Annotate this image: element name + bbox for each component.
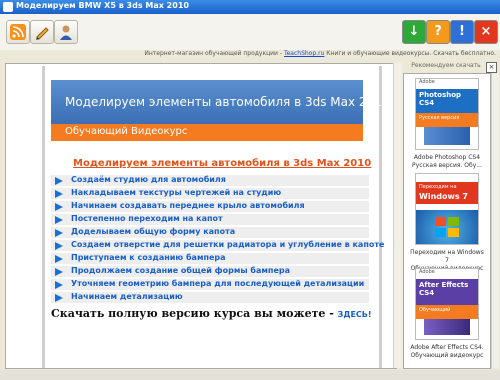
lesson-title: Создаем отверстие для решетки радиатора …: [71, 240, 385, 249]
play-icon: [55, 255, 63, 263]
download-button[interactable]: ↓: [402, 20, 426, 44]
cover-art: [424, 127, 470, 145]
close-icon: ×: [480, 24, 492, 39]
recommendation-card[interactable]: Переходим на Windows 7 Переходим на Wind…: [408, 173, 486, 273]
cover-top-bar: [416, 174, 478, 182]
caption-line: Обучающий видеокурс: [410, 352, 484, 359]
lesson-title: Постепенно переходим на капот: [71, 214, 223, 223]
rss-icon: [10, 24, 26, 40]
download-icon: ↓: [408, 24, 420, 39]
cta-text: Скачать полную версию курса вы можете -: [51, 307, 338, 320]
caption-line: Русская версия. Обу...: [412, 162, 482, 169]
lesson-title: Накладываем текстуры чертежей на студию: [71, 188, 282, 197]
app-icon: [3, 2, 13, 12]
lesson-item[interactable]: Начинаем создавать переднее крыло автомо…: [51, 201, 369, 212]
cover-sub: Русская версия: [416, 113, 478, 127]
close-button[interactable]: ×: [474, 20, 498, 44]
play-icon: [55, 268, 63, 276]
info-line: Интернет-магазин обучающей продукции - T…: [0, 50, 496, 62]
cta-link[interactable]: ЗДЕСЬ!: [338, 310, 372, 319]
banner-subtitle: Обучающий Видеокурс: [65, 126, 188, 137]
lesson-title: Приступаем к созданию бампера: [71, 253, 226, 262]
course-banner: Моделируем элементы автомобиля в 3ds Max…: [51, 80, 389, 124]
cover-art: [424, 319, 470, 335]
lesson-item[interactable]: Накладываем текстуры чертежей на студию: [51, 188, 369, 199]
cover-top: Adobe: [416, 79, 478, 89]
title-bar: Моделируем BMW X5 в 3ds Max 2010: [0, 0, 500, 14]
cover-top: Переходим на: [416, 182, 478, 192]
window-title: Моделируем BMW X5 в 3ds Max 2010: [16, 1, 189, 10]
banner-title: Моделируем элементы автомобиля в 3ds Max…: [65, 95, 390, 109]
cover-title: After Effects CS4: [416, 279, 478, 305]
content-scrollbar[interactable]: [393, 63, 402, 368]
lesson-title: Создаём студию для автомобиля: [71, 175, 226, 184]
lesson-item[interactable]: Постепенно переходим на капот: [51, 214, 369, 225]
windows-logo-icon: [435, 217, 459, 237]
sidebar-scrollbar[interactable]: [491, 73, 499, 368]
info-button[interactable]: !: [450, 20, 474, 44]
lesson-title: Доделываем общую форму капота: [71, 227, 236, 236]
cover-title: Photoshop CS4: [416, 89, 478, 113]
photoshop-cover: Adobe Photoshop CS4 Русская версия: [415, 78, 479, 150]
play-icon: [55, 203, 63, 211]
play-icon: [55, 177, 63, 185]
lesson-item[interactable]: Доделываем общую форму капота: [51, 227, 369, 238]
after-effects-cover: Adobe After Effects CS4 Обучающий: [415, 268, 479, 340]
sidebar-close-button[interactable]: ×: [486, 62, 497, 73]
lesson-title: Уточняем геометрию бампера для последующ…: [71, 279, 365, 288]
help-button[interactable]: ?: [426, 20, 450, 44]
play-icon: [55, 281, 63, 289]
play-icon: [55, 190, 63, 198]
caption-line: Adobe Photoshop CS4: [413, 154, 481, 161]
windows7-cover: Переходим на Windows 7: [415, 173, 479, 245]
caption-line: Adobe After Effects CS4.: [410, 344, 484, 351]
pencil-icon: [36, 27, 49, 40]
recommendation-card[interactable]: Adobe Photoshop CS4 Русская версия Adobe…: [408, 78, 486, 170]
windows-logo-art: [416, 210, 478, 244]
info-icon: !: [459, 24, 465, 39]
recommendations-panel: Adobe Photoshop CS4 Русская версия Adobe…: [403, 73, 491, 369]
cover-title: Windows 7: [416, 192, 478, 204]
lesson-item[interactable]: Создаём студию для автомобиля: [51, 175, 369, 186]
play-icon: [55, 216, 63, 224]
recommendation-caption: Adobe Photoshop CS4 Русская версия. Обу..…: [408, 154, 486, 170]
lesson-title: Продолжаем создание общей формы бампера: [71, 266, 290, 275]
cover-top: Adobe: [416, 269, 478, 279]
shop-link[interactable]: TeachShop.ru: [284, 50, 324, 57]
play-icon: [55, 294, 63, 302]
user-button[interactable]: [54, 20, 78, 44]
info-suffix: Книги и обучающие видеокурсы. Скачать бе…: [324, 50, 496, 57]
play-icon: [55, 229, 63, 237]
edit-button[interactable]: [30, 20, 54, 44]
lesson-item[interactable]: Начинаем детализацию: [51, 292, 369, 303]
cover-sub: Обучающий: [416, 305, 478, 319]
recommendation-caption: Adobe After Effects CS4. Обучающий видеок…: [408, 344, 486, 360]
lesson-item[interactable]: Продолжаем создание общей формы бампера: [51, 266, 369, 277]
course-heading[interactable]: Моделируем элементы автомобиля в 3ds Max…: [73, 158, 371, 169]
lesson-title: Начинаем создавать переднее крыло автомо…: [71, 201, 305, 210]
download-cta: Скачать полную версию курса вы можете - …: [51, 307, 372, 320]
help-icon: ?: [434, 24, 442, 39]
user-icon: [60, 25, 72, 40]
rss-button[interactable]: [6, 20, 30, 44]
toolbar: ↓ ? ! ×: [0, 14, 500, 50]
info-prefix: Интернет-магазин обучающей продукции -: [144, 50, 284, 57]
lesson-item[interactable]: Приступаем к созданию бампера: [51, 253, 369, 264]
play-icon: [55, 242, 63, 250]
lesson-item[interactable]: Создаем отверстие для решетки радиатора …: [51, 240, 384, 251]
content-pane: Моделируем элементы автомобиля в 3ds Max…: [5, 63, 397, 369]
lesson-item[interactable]: Уточняем геометрию бампера для последующ…: [51, 279, 369, 290]
sidebar-header: Рекомендуем скачать: [411, 62, 481, 69]
page-sheet: Моделируем элементы автомобиля в 3ds Max…: [42, 66, 389, 368]
banner-subtitle-bar: Обучающий Видеокурс: [51, 124, 363, 141]
caption-line: Переходим на Windows 7: [410, 249, 484, 264]
lesson-title: Начинаем детализацию: [71, 292, 183, 301]
recommendation-card[interactable]: Adobe After Effects CS4 Обучающий Adobe …: [408, 268, 486, 360]
status-bar: [0, 370, 500, 380]
